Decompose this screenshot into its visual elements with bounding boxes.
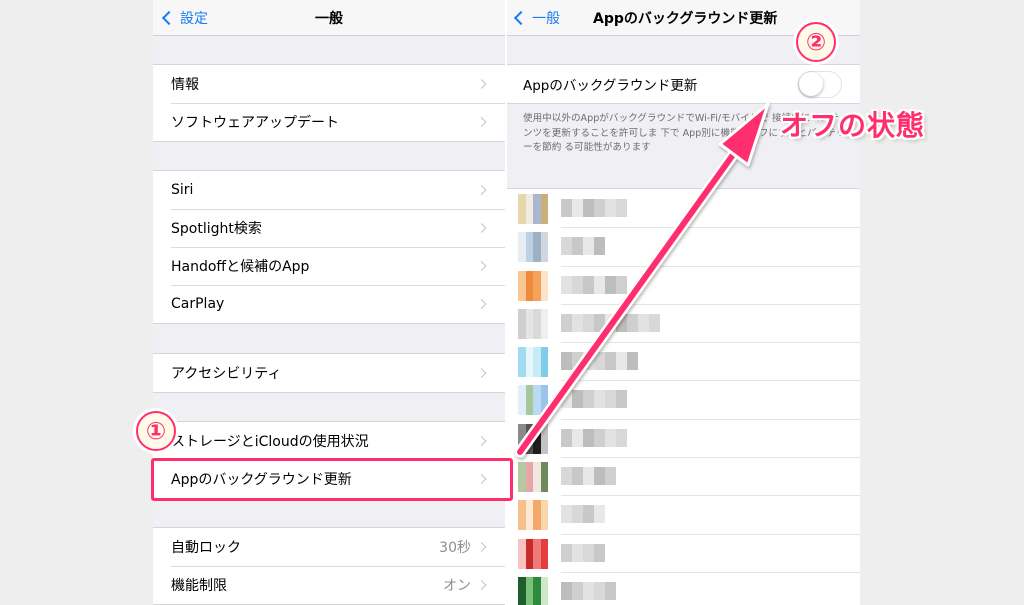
app-icon	[518, 462, 548, 493]
step-1-badge: ①	[136, 411, 176, 451]
row-label: アクセシビリティ	[171, 366, 282, 382]
row-label: 自動ロック	[171, 540, 241, 556]
back-label: 一般	[532, 11, 560, 27]
nav-bar: 設定 一般	[153, 0, 505, 36]
app-icon	[518, 270, 548, 301]
app-name-pixelated	[561, 237, 605, 256]
app-icon	[518, 423, 548, 454]
background-refresh-screen: 一般 Appのバックグラウンド更新 Appのバックグラウンド更新 使用中以外のA…	[507, 0, 860, 605]
app-name-pixelated	[561, 505, 605, 524]
chevron-right-icon	[476, 223, 487, 233]
chevron-right-icon	[476, 474, 487, 484]
back-button[interactable]: 設定	[161, 0, 208, 36]
chevron-right-icon	[476, 299, 487, 309]
row-background-app-refresh[interactable]: Appのバックグラウンド更新	[153, 460, 505, 498]
chevron-right-icon	[476, 79, 487, 89]
row-value: 30秒	[439, 540, 471, 556]
app-row[interactable]	[507, 303, 860, 342]
off-state-callout: オフの状態	[780, 109, 926, 142]
app-name-pixelated	[561, 543, 605, 562]
switch-knob	[799, 72, 823, 96]
row-storage[interactable]: ストレージとiCloudの使用状況	[153, 422, 505, 460]
general-settings-screen: 設定 一般 情報 ソフトウェアアップデート Siri Spotlight検索 H…	[153, 0, 505, 605]
chevron-right-icon	[476, 542, 487, 552]
row-label: Handoffと候補のApp	[171, 259, 310, 275]
row-siri[interactable]: Siri	[153, 171, 505, 209]
app-row[interactable]	[507, 571, 860, 605]
app-icon	[518, 232, 548, 263]
app-icon	[518, 194, 548, 224]
settings-group-about: 情報 ソフトウェアアップデート	[153, 64, 505, 142]
settings-group-lock: 自動ロック 30秒 機能制限 オン	[153, 527, 505, 605]
app-name-pixelated	[561, 275, 627, 294]
app-name-pixelated	[561, 313, 660, 332]
row-label: ソフトウェアアップデート	[171, 115, 339, 131]
app-icon	[518, 576, 548, 605]
background-refresh-toggle-row: Appのバックグラウンド更新	[507, 64, 860, 104]
chevron-right-icon	[476, 117, 487, 127]
row-about[interactable]: 情報	[153, 65, 505, 103]
app-name-pixelated	[561, 467, 616, 486]
row-label: Appのバックグラウンド更新	[171, 472, 352, 488]
row-label: Siri	[171, 182, 194, 198]
chevron-left-icon	[161, 10, 177, 26]
row-label: 機能制限	[171, 578, 227, 594]
app-icon	[518, 347, 548, 378]
step-2-badge: ②	[796, 22, 836, 62]
row-restrictions[interactable]: 機能制限 オン	[153, 566, 505, 604]
row-spotlight[interactable]: Spotlight検索	[153, 209, 505, 247]
row-label: Spotlight検索	[171, 221, 262, 237]
chevron-right-icon	[476, 580, 487, 590]
row-carplay[interactable]: CarPlay	[153, 285, 505, 323]
chevron-right-icon	[476, 261, 487, 271]
app-row[interactable]	[507, 495, 860, 533]
app-row[interactable]	[507, 533, 860, 572]
app-icon	[518, 308, 548, 339]
app-name-pixelated	[561, 390, 627, 409]
app-icon	[518, 500, 548, 531]
app-list	[507, 188, 860, 605]
settings-group-siri: Siri Spotlight検索 Handoffと候補のApp CarPlay	[153, 170, 505, 324]
app-icon	[518, 385, 548, 416]
chevron-right-icon	[476, 368, 487, 378]
row-label: CarPlay	[171, 296, 225, 312]
app-row[interactable]	[507, 265, 860, 304]
chevron-right-icon	[476, 185, 487, 195]
row-handoff[interactable]: Handoffと候補のApp	[153, 247, 505, 285]
app-name-pixelated	[561, 352, 638, 371]
app-row[interactable]	[507, 342, 860, 380]
back-button[interactable]: 一般	[513, 0, 560, 36]
chevron-left-icon	[513, 10, 529, 26]
app-name-pixelated	[561, 199, 627, 217]
app-icon	[518, 538, 548, 569]
app-name-pixelated	[561, 428, 627, 447]
app-name-pixelated	[561, 581, 616, 600]
background-left	[0, 0, 153, 605]
back-label: 設定	[180, 11, 208, 27]
row-software-update[interactable]: ソフトウェアアップデート	[153, 103, 505, 141]
app-row[interactable]	[507, 189, 860, 227]
row-label: 情報	[171, 77, 199, 93]
app-row[interactable]	[507, 418, 860, 457]
toggle-label: Appのバックグラウンド更新	[523, 78, 698, 94]
app-row[interactable]	[507, 457, 860, 495]
background-right	[860, 0, 1024, 605]
row-auto-lock[interactable]: 自動ロック 30秒	[153, 528, 505, 566]
app-row[interactable]	[507, 227, 860, 265]
background-refresh-switch[interactable]	[798, 71, 842, 98]
chevron-right-icon	[476, 436, 487, 446]
row-accessibility[interactable]: アクセシビリティ	[153, 354, 505, 392]
settings-group-accessibility: アクセシビリティ	[153, 353, 505, 393]
row-label: ストレージとiCloudの使用状況	[171, 434, 369, 450]
row-value: オン	[443, 578, 471, 594]
settings-group-storage: ストレージとiCloudの使用状況 Appのバックグラウンド更新	[153, 421, 505, 499]
app-row[interactable]	[507, 380, 860, 418]
